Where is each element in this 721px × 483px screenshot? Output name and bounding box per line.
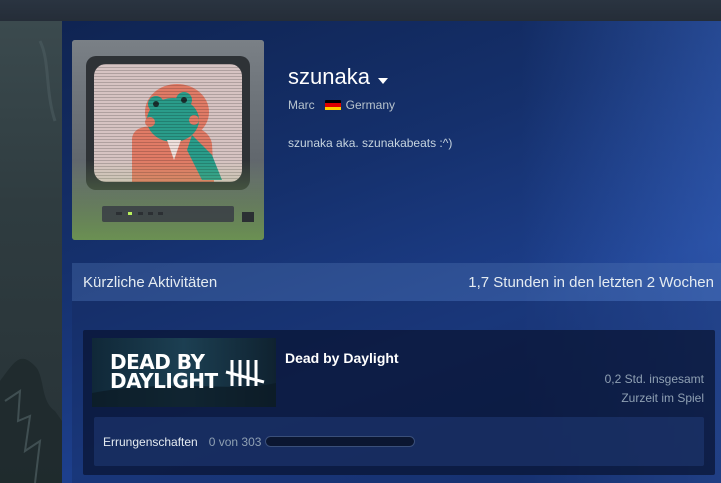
achievements-summary[interactable]: Errungenschaften 0 von 303	[94, 417, 704, 466]
germany-flag-icon	[324, 99, 341, 111]
real-name: Marc	[288, 98, 315, 112]
game-status: Zurzeit im Spiel	[621, 391, 704, 405]
capsule-title-line2: DAYLIGHT	[110, 369, 218, 393]
top-bar	[0, 0, 721, 21]
recent-playtime: 1,7 Stunden in den letzten 2 Wochen	[468, 273, 714, 291]
persona-name: szunaka	[288, 64, 370, 89]
recent-activity-title: Kürzliche Aktivitäten	[83, 273, 218, 291]
achievements-progress-bar	[265, 436, 416, 447]
country-name: Germany	[345, 98, 396, 112]
profile-background-art	[0, 21, 62, 483]
achievements-count: 0 von 303	[208, 434, 262, 449]
profile-avatar[interactable]	[72, 40, 264, 240]
profile-summary: szunaka aka. szunakabeats :^)	[288, 136, 453, 150]
game-name-link[interactable]: Dead by Daylight	[285, 350, 399, 366]
achievements-label: Errungenschaften	[103, 434, 198, 449]
game-hours-total: 0,2 Std. insgesamt	[604, 372, 704, 386]
caret-down-icon[interactable]	[377, 71, 388, 89]
game-capsule-image[interactable]: DEAD BY DAYLIGHT	[92, 338, 276, 407]
recent-activity-header: Kürzliche Aktivitäten 1,7 Stunden in den…	[72, 263, 721, 301]
